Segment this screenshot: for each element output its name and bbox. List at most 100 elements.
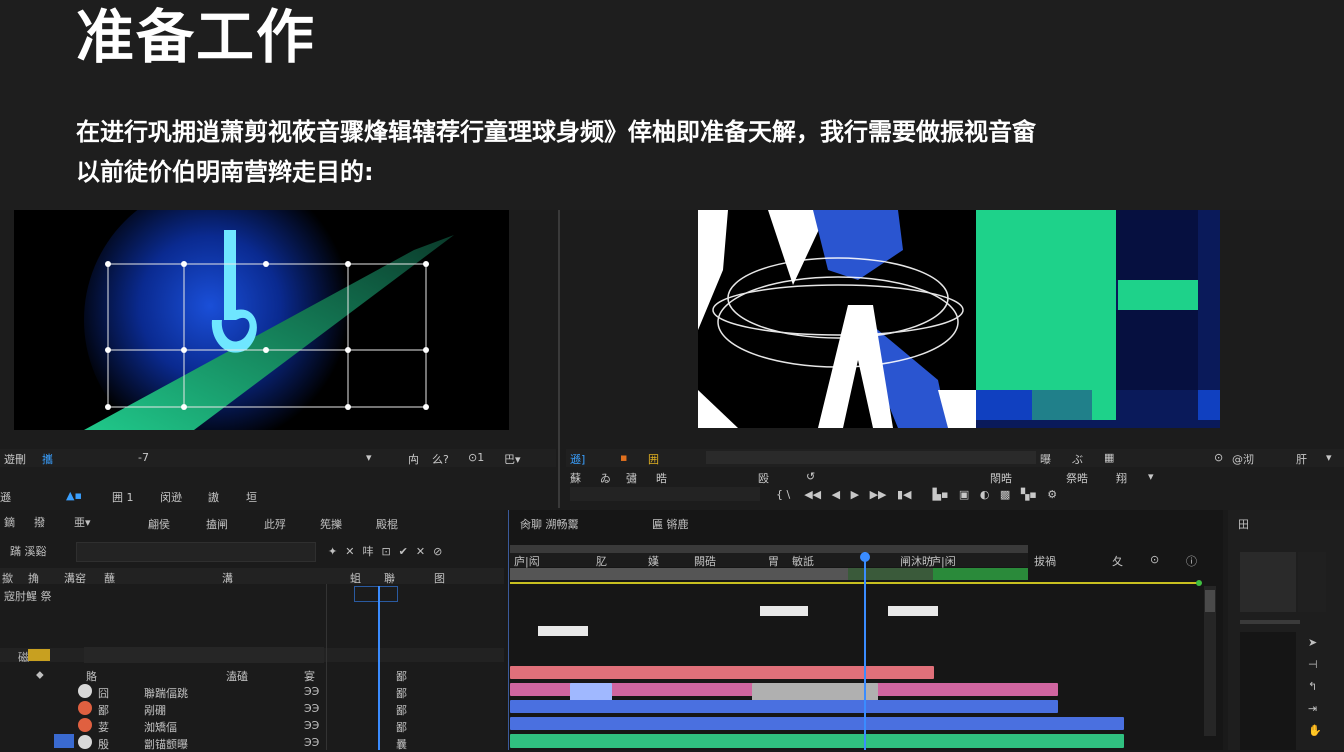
program-monitor[interactable] [698,210,1220,428]
timeline-zoom-bar[interactable] [510,545,1028,553]
source-quality[interactable]: 么? [432,451,449,467]
source-row2-0[interactable]: 遜 [0,489,11,505]
record-icon-2[interactable] [78,718,92,732]
program-row2-5[interactable]: ↺ [806,470,815,483]
tool-1[interactable]: ✕ [345,545,362,558]
source-zoom[interactable]: 禸 [408,451,419,467]
export-frame-button[interactable]: ◐ [980,488,990,501]
source-monitor[interactable] [14,210,509,430]
timeline-tab-0[interactable]: 肏聊 溯畅鬻 [520,516,579,532]
settings-button[interactable]: ⚙ [1047,488,1057,501]
program-marker[interactable]: ▪ [620,451,627,464]
step-forward-button[interactable]: ▶▶ [870,488,887,501]
project-tab-2[interactable]: 亜▾ [74,514,91,530]
source-row2-5[interactable]: 垣 [246,489,257,505]
clip-green[interactable] [510,734,1124,748]
timeline-playhead[interactable] [864,552,866,750]
source-tab[interactable]: 遊刪 [4,451,26,467]
program-row2-7[interactable]: 祭晧 [1066,470,1088,486]
camera-icon[interactable]: ▩ [1000,488,1010,501]
monitor-divider[interactable] [558,210,560,508]
source-settings[interactable]: ⊙1 [468,451,484,464]
program-item-8[interactable]: 肝 [1296,451,1307,467]
timeline-tab-1[interactable]: 匾 锵鹿 [652,516,689,532]
project-playhead[interactable] [378,586,380,750]
source-row2-4[interactable]: 謸 [208,489,219,505]
timeline-tool-1[interactable]: 夂 [1112,553,1123,569]
timeline-tool-3[interactable]: ⓘ [1186,553,1197,569]
title-clip-2[interactable] [888,606,938,616]
clip-blue-2[interactable] [510,717,1124,730]
tool-3[interactable]: ⊡ [381,545,398,558]
razor-tool-icon[interactable]: ↰ [1308,680,1317,693]
col-header-7[interactable]: 图 [434,570,445,586]
track-label-1[interactable]: 鄙 [396,685,407,701]
program-row2-9[interactable]: ▾ [1148,470,1154,483]
extract-button[interactable]: ▣ [959,488,969,501]
project-tab-0[interactable]: 鏑 [4,514,15,530]
track-target[interactable] [54,734,74,748]
project-name-field[interactable] [84,647,324,663]
col-header-4[interactable]: 溝 [222,570,233,586]
program-item-3[interactable]: 曝 [1040,451,1051,467]
project-tab-7[interactable]: 殿棍 [376,516,398,532]
source-timecode[interactable]: -7 [138,451,149,464]
source-marker[interactable]: 攜 [42,451,53,467]
program-menu[interactable]: ▾ [1326,451,1332,464]
timeline-tool-0[interactable]: 拔禍 [1034,553,1056,569]
program-settings[interactable]: ⊙ [1214,451,1223,464]
program-tab[interactable]: 遜] [570,451,585,467]
work-area-bar-3[interactable] [933,568,1028,580]
program-item-5[interactable]: ▦ [1104,451,1114,464]
program-row2-3[interactable]: 晧 [656,470,667,486]
track-label-3[interactable]: 鄙 [396,719,407,735]
title-clip-3[interactable] [538,626,588,636]
program-row2-0[interactable]: 蘇 [570,470,581,486]
hand-tool-icon[interactable]: ✋ [1308,724,1322,737]
tool-5[interactable]: ✕ [416,545,433,558]
label-color-swatch[interactable] [28,649,50,661]
mark-in-button[interactable]: { \ [776,488,790,501]
program-row2-2[interactable]: 彇 [626,470,637,486]
program-item-7[interactable]: @沏 [1232,451,1254,467]
program-scrubber[interactable] [706,451,1036,464]
play-icon-2[interactable] [78,735,92,749]
program-row2-6[interactable]: 閝晧 [990,470,1012,486]
project-tab-1[interactable]: 撥 [34,514,45,530]
lift-button[interactable]: ▙▪ [932,488,948,501]
record-icon[interactable] [78,701,92,715]
work-area-bar-2[interactable] [848,568,933,580]
clip-pink[interactable] [510,666,934,679]
play-button[interactable]: ▶ [851,488,859,501]
program-row2-1[interactable]: ゐ [600,470,611,486]
tool-2[interactable]: 㕩 [362,545,381,558]
program-label[interactable]: 囲 [648,451,659,467]
ripple-tool-icon[interactable]: ⊣ [1308,658,1318,671]
inspector-label[interactable]: 田 [1238,516,1249,532]
col-header-5[interactable]: 蛆 [350,570,361,586]
work-area-bar[interactable] [510,568,848,580]
source-row2-2[interactable]: 囲 1 [112,489,134,505]
track-label-2[interactable]: 鄙 [396,702,407,718]
source-dropdown[interactable]: ▾ [366,451,372,464]
project-tab-3[interactable]: 翩侯 [148,516,170,532]
tool-4[interactable]: ✔ [399,545,416,558]
project-tab-4[interactable]: 搕闸 [206,516,228,532]
source-menu[interactable]: 巴▾ [504,451,521,467]
step-back-button[interactable]: ◀◀ [804,488,821,501]
play-back-button[interactable]: ◀ [832,488,840,501]
program-row2-8[interactable]: 翔 [1116,470,1127,486]
col-header-3[interactable]: 蘸 [104,570,115,586]
timeline-tool-2[interactable]: ⊙ [1150,553,1159,566]
tool-6[interactable]: ⊘ [433,545,450,558]
compare-button[interactable]: ▚▪ [1021,488,1037,501]
playhead-handle[interactable] [860,552,870,562]
col-header-6[interactable]: 聯 [384,570,395,586]
source-row2-1[interactable]: ▲▪ [66,489,82,502]
mark-out-button[interactable]: ▮◀ [897,488,912,501]
play-icon[interactable] [78,684,92,698]
tool-0[interactable]: ✦ [328,545,345,558]
col-header-2[interactable]: 溝窑 [64,570,86,586]
col-header-0[interactable]: 撳 [2,570,13,586]
project-search-input[interactable] [76,542,316,562]
